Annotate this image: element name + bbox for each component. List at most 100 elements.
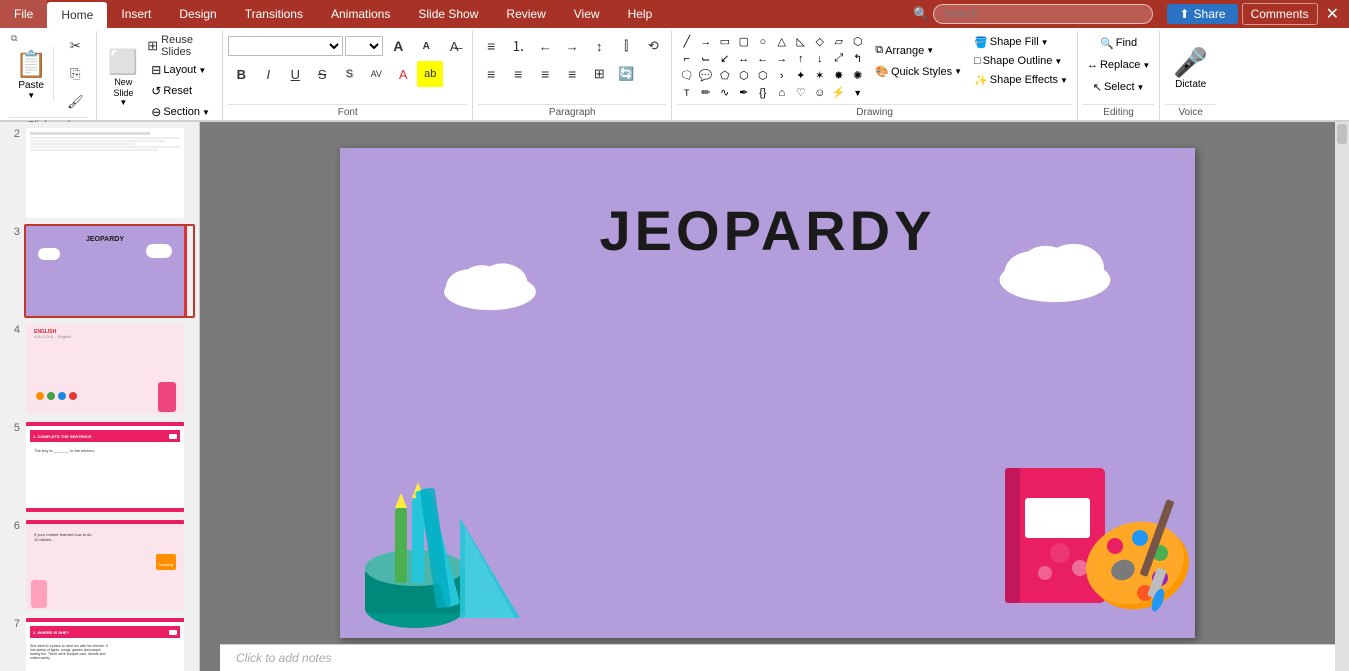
shape-curve[interactable]: ∿: [715, 84, 734, 101]
font-color-button[interactable]: A: [390, 61, 416, 87]
highlight-button[interactable]: ab: [417, 61, 443, 87]
find-button[interactable]: 🔍 Find: [1096, 33, 1141, 53]
shape-scribble[interactable]: ✒: [734, 84, 753, 101]
tab-insert[interactable]: Insert: [107, 0, 165, 28]
shape-bent-up-arrow[interactable]: ↰: [848, 50, 867, 67]
share-button[interactable]: ⬆ Share: [1167, 4, 1237, 24]
shape-quad-arrow[interactable]: ⤢: [829, 50, 848, 67]
shadow-button[interactable]: S: [336, 61, 362, 87]
shape-smiley[interactable]: ☺: [810, 84, 829, 101]
shape-freeform[interactable]: ✏: [696, 84, 715, 101]
shape-outline-button[interactable]: □ Shape Outline ▼: [970, 52, 1072, 70]
font-size-select[interactable]: [345, 36, 383, 56]
underline-button[interactable]: U: [282, 61, 308, 87]
align-right-button[interactable]: ≡: [532, 61, 558, 87]
shape-octagon[interactable]: ⬡: [753, 67, 772, 84]
tab-review[interactable]: Review: [492, 0, 559, 28]
increase-indent-button[interactable]: →: [559, 33, 585, 59]
shape-up-arrow[interactable]: ↑: [791, 50, 810, 67]
font-shrink-button[interactable]: A: [413, 33, 439, 59]
slide-item-3[interactable]: 3 JEOPARDY: [4, 224, 195, 318]
tab-design[interactable]: Design: [165, 0, 230, 28]
shape-hexagon[interactable]: ⬡: [734, 67, 753, 84]
dictate-button[interactable]: 🎤 Dictate: [1165, 40, 1216, 96]
slide-item-6[interactable]: 6 If your mother learned how to do 10 di…: [4, 518, 195, 612]
shape-trapezoid[interactable]: ⬡: [848, 33, 867, 50]
tab-help[interactable]: Help: [614, 0, 667, 28]
strikethrough-button[interactable]: S: [309, 61, 335, 87]
shape-diamond[interactable]: ◇: [810, 33, 829, 50]
layout-button[interactable]: ⊟ Layout ▼: [147, 60, 217, 80]
select-button[interactable]: ↖ Select ▼: [1089, 77, 1149, 97]
format-painter-button[interactable]: 🖌: [62, 89, 88, 115]
shape-bent-arrow[interactable]: ↙: [715, 50, 734, 67]
text-direction-button[interactable]: ⟲: [640, 33, 666, 59]
quick-styles-button[interactable]: 🎨 Quick Styles ▼: [871, 62, 966, 82]
window-close-icon[interactable]: ✕: [1322, 4, 1343, 24]
slide-item-2[interactable]: 2: [4, 126, 195, 220]
shape-burst[interactable]: ✺: [848, 67, 867, 84]
shape-l-shape[interactable]: ⌐: [677, 50, 696, 67]
shape-down-arrow[interactable]: ↓: [810, 50, 829, 67]
shape-callout-rect[interactable]: 🗨: [677, 67, 696, 84]
shape-star4[interactable]: ✦: [791, 67, 810, 84]
smart-art-button[interactable]: ⊞: [586, 61, 612, 87]
slide-item-4[interactable]: 4 ENGLISH A-B-C-D-E... English: [4, 322, 195, 416]
shape-line[interactable]: ╱: [677, 33, 696, 50]
shape-arrow-line[interactable]: →: [696, 33, 715, 50]
reset-button[interactable]: ↺ Reset: [147, 81, 217, 101]
numbering-button[interactable]: ⒈: [505, 33, 531, 59]
shape-text-box[interactable]: T: [677, 84, 696, 101]
shape-bracket[interactable]: {}: [753, 84, 772, 101]
replace-button[interactable]: ↔ Replace ▼: [1083, 55, 1154, 75]
shape-chevron[interactable]: ›: [772, 67, 791, 84]
reuse-slides-button[interactable]: ⊞ Reuse Slides: [147, 33, 217, 59]
copy-button[interactable]: ⎘: [62, 61, 88, 87]
shape-lightning[interactable]: ⚡: [829, 84, 848, 101]
notes-bar[interactable]: Click to add notes: [220, 644, 1335, 671]
align-left-button[interactable]: ≡: [478, 61, 504, 87]
cut-button[interactable]: ✂: [62, 33, 88, 59]
clipboard-expand-icon[interactable]: ⧉: [11, 33, 17, 44]
shape-star6[interactable]: ✶: [810, 67, 829, 84]
tab-home[interactable]: Home: [47, 2, 107, 28]
tab-view[interactable]: View: [560, 0, 614, 28]
slide-item-5[interactable]: 5 1. COMPLETE THE SENTENCE The boy is __…: [4, 420, 195, 514]
bold-button[interactable]: B: [228, 61, 254, 87]
search-input[interactable]: [933, 4, 1153, 24]
decrease-indent-button[interactable]: ←: [532, 33, 558, 59]
font-grow-button[interactable]: A: [385, 33, 411, 59]
font-name-select[interactable]: [228, 36, 343, 56]
shape-star5[interactable]: ⌙: [696, 50, 715, 67]
shape-more[interactable]: ▼: [848, 84, 867, 101]
justify-button[interactable]: ≡: [559, 61, 585, 87]
shape-heart[interactable]: ♡: [791, 84, 810, 101]
convert-smartart-button[interactable]: 🔄: [613, 61, 639, 87]
shape-rounded-rect[interactable]: ▢: [734, 33, 753, 50]
tab-transitions[interactable]: Transitions: [231, 0, 317, 28]
font-clear-button[interactable]: A̶: [441, 33, 467, 59]
shape-left-arrow[interactable]: ←: [753, 50, 772, 67]
char-spacing-button[interactable]: AV: [363, 61, 389, 87]
slide-title[interactable]: JEOPARDY: [600, 198, 936, 263]
arrange-button[interactable]: ⧉ Arrange ▼: [871, 41, 966, 61]
line-spacing-button[interactable]: ↕: [586, 33, 612, 59]
shape-rect[interactable]: ▭: [715, 33, 734, 50]
shape-parallelogram[interactable]: ▱: [829, 33, 848, 50]
new-slide-button[interactable]: ⬜ NewSlide ▼: [102, 50, 144, 106]
section-button[interactable]: ⊖ Section ▼: [147, 102, 217, 122]
shape-triangle[interactable]: △: [772, 33, 791, 50]
columns-button[interactable]: ⫿: [613, 33, 639, 59]
shape-brace[interactable]: ⌂: [772, 84, 791, 101]
shape-effects-button[interactable]: ✨ Shape Effects ▼: [970, 71, 1072, 89]
tab-animations[interactable]: Animations: [317, 0, 404, 28]
italic-button[interactable]: I: [255, 61, 281, 87]
shape-right-arrow[interactable]: →: [772, 50, 791, 67]
slide-item-7[interactable]: 7 2. WHERE IS SHE? She went to a place t…: [4, 616, 195, 671]
shape-fill-button[interactable]: 🪣 Shape Fill ▼: [970, 33, 1072, 51]
shape-pentagon[interactable]: ⬠: [715, 67, 734, 84]
shape-circle[interactable]: ○: [753, 33, 772, 50]
shape-star8[interactable]: ✸: [829, 67, 848, 84]
align-center-button[interactable]: ≡: [505, 61, 531, 87]
comments-button[interactable]: Comments: [1242, 3, 1318, 25]
